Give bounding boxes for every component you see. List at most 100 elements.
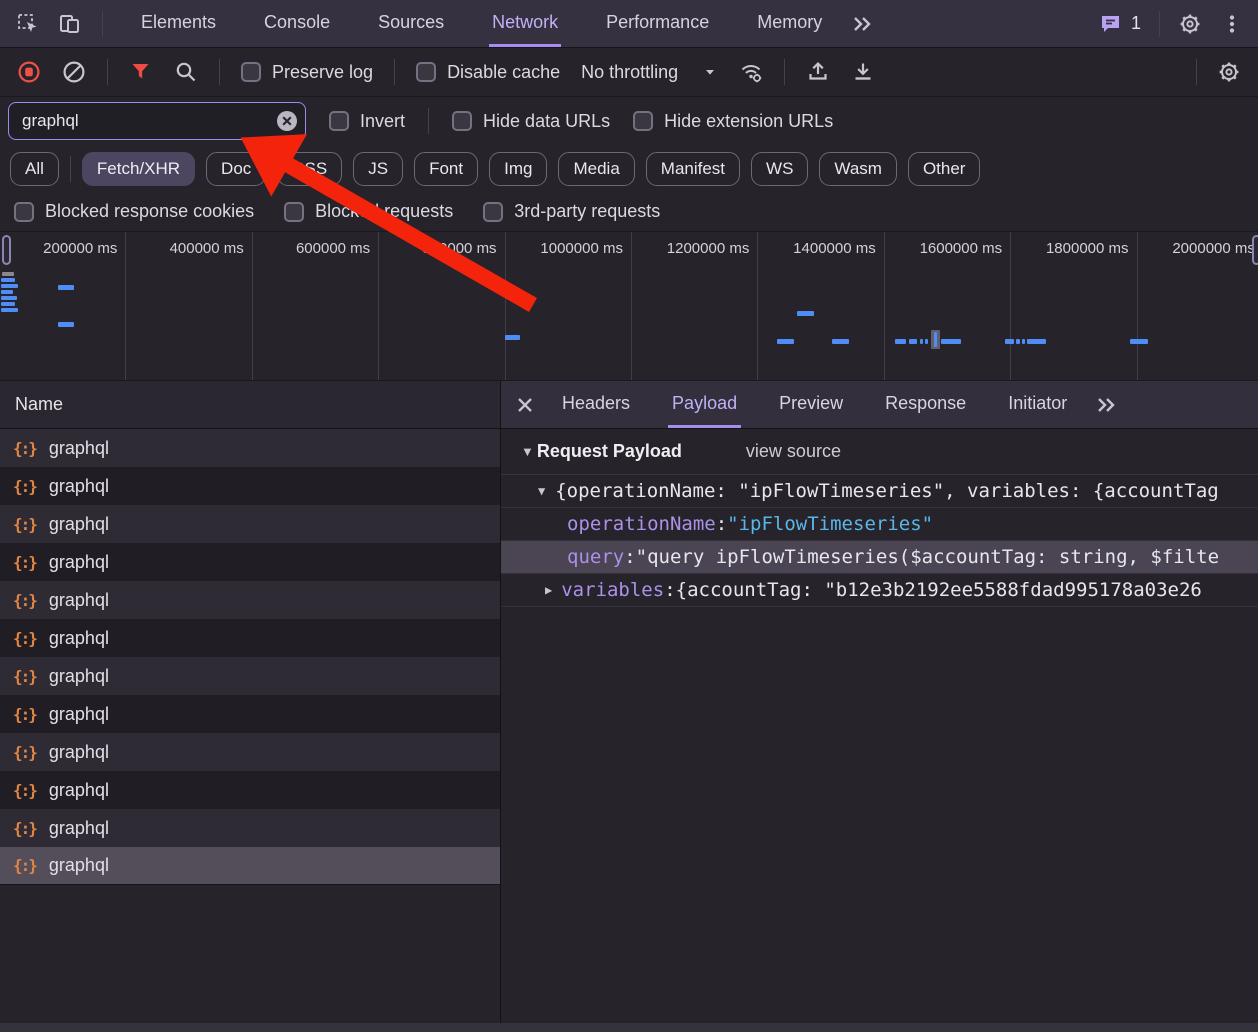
detail-tab-headers[interactable]: Headers bbox=[558, 381, 634, 428]
type-chip-fetch-xhr[interactable]: Fetch/XHR bbox=[82, 152, 195, 186]
filter-funnel-icon[interactable] bbox=[129, 60, 153, 84]
invert-checkbox[interactable] bbox=[329, 111, 349, 131]
search-icon[interactable] bbox=[174, 60, 198, 84]
hide-extension-urls-checkbox[interactable] bbox=[633, 111, 653, 131]
timeline-tick: 200000 ms bbox=[0, 232, 126, 380]
throttling-dropdown[interactable]: No throttling bbox=[581, 62, 718, 83]
json-braces-icon: {:} bbox=[13, 819, 36, 838]
request-details-panel: Headers Payload Preview Response Initiat… bbox=[501, 381, 1258, 1032]
filter-input[interactable] bbox=[8, 102, 306, 140]
timeline-tick: 2000000 ms bbox=[1138, 232, 1258, 380]
request-row[interactable]: {:}graphql bbox=[0, 543, 500, 581]
request-row[interactable]: {:}graphql bbox=[0, 695, 500, 733]
preserve-log-checkbox[interactable] bbox=[241, 62, 261, 82]
timeline-tick: 1000000 ms bbox=[506, 232, 632, 380]
import-har-icon[interactable] bbox=[806, 60, 830, 84]
disable-cache-checkbox[interactable] bbox=[416, 62, 436, 82]
type-chip-doc[interactable]: Doc bbox=[206, 152, 266, 186]
filter-row: Invert Hide data URLs Hide extension URL… bbox=[0, 97, 1258, 145]
request-row-selected[interactable]: {:}graphql bbox=[0, 847, 500, 885]
third-party-requests-checkbox-group[interactable]: 3rd-party requests bbox=[483, 201, 660, 222]
json-braces-icon: {:} bbox=[13, 781, 36, 800]
type-chip-img[interactable]: Img bbox=[489, 152, 547, 186]
type-chip-font[interactable]: Font bbox=[414, 152, 478, 186]
request-row[interactable]: {:}graphql bbox=[0, 771, 500, 809]
blocked-response-cookies-checkbox-group[interactable]: Blocked response cookies bbox=[14, 201, 254, 222]
preserve-log-label: Preserve log bbox=[272, 62, 373, 83]
detail-tab-payload[interactable]: Payload bbox=[668, 381, 741, 428]
hide-extension-urls-checkbox-group[interactable]: Hide extension URLs bbox=[633, 111, 833, 132]
hide-data-urls-checkbox-group[interactable]: Hide data URLs bbox=[452, 111, 610, 132]
inspect-element-icon[interactable] bbox=[16, 12, 40, 36]
type-chip-wasm[interactable]: Wasm bbox=[819, 152, 897, 186]
issues-counter[interactable]: 1 bbox=[1099, 12, 1141, 36]
network-settings-gear-icon[interactable] bbox=[1217, 60, 1241, 84]
type-chip-ws[interactable]: WS bbox=[751, 152, 808, 186]
request-row[interactable]: {:}graphql bbox=[0, 657, 500, 695]
disable-cache-checkbox-group[interactable]: Disable cache bbox=[416, 62, 560, 83]
detail-tab-initiator[interactable]: Initiator bbox=[1004, 381, 1071, 428]
type-chip-js[interactable]: JS bbox=[353, 152, 403, 186]
divider bbox=[394, 59, 395, 85]
window-bottom-edge bbox=[0, 1023, 1258, 1032]
collapse-triangle-icon: ▼ bbox=[521, 444, 534, 459]
timeline-tick: 1400000 ms bbox=[758, 232, 884, 380]
payload-variables-row[interactable]: ▶ variables: {accountTag: "b12e3b2192ee5… bbox=[501, 574, 1258, 607]
request-row[interactable]: {:}graphql bbox=[0, 429, 500, 467]
more-tabs-button[interactable] bbox=[850, 0, 874, 47]
type-chip-manifest[interactable]: Manifest bbox=[646, 152, 740, 186]
request-row[interactable]: {:}graphql bbox=[0, 809, 500, 847]
preserve-log-checkbox-group[interactable]: Preserve log bbox=[241, 62, 373, 83]
request-row[interactable]: {:}graphql bbox=[0, 467, 500, 505]
timeline-tick: 600000 ms bbox=[253, 232, 379, 380]
settings-gear-icon[interactable] bbox=[1178, 12, 1202, 36]
blocked-requests-checkbox-group[interactable]: Blocked requests bbox=[284, 201, 453, 222]
type-chip-css[interactable]: CSS bbox=[277, 152, 342, 186]
timeline-tick: 400000 ms bbox=[126, 232, 252, 380]
request-row[interactable]: {:}graphql bbox=[0, 619, 500, 657]
record-network-log-button[interactable] bbox=[17, 60, 41, 84]
invert-checkbox-group[interactable]: Invert bbox=[329, 111, 405, 132]
type-chip-media[interactable]: Media bbox=[558, 152, 634, 186]
tab-performance[interactable]: Performance bbox=[603, 0, 712, 47]
network-overview-timeline[interactable]: 200000 ms 400000 ms 600000 ms 800000 ms … bbox=[0, 232, 1258, 381]
collapse-triangle-icon: ▼ bbox=[538, 484, 545, 498]
hide-data-urls-checkbox[interactable] bbox=[452, 111, 472, 131]
close-details-button[interactable] bbox=[513, 381, 537, 428]
blocked-requests-checkbox[interactable] bbox=[284, 202, 304, 222]
kebab-menu-icon[interactable] bbox=[1220, 12, 1244, 36]
request-row[interactable]: {:}graphql bbox=[0, 581, 500, 619]
request-row[interactable]: {:}graphql bbox=[0, 505, 500, 543]
type-chip-other[interactable]: Other bbox=[908, 152, 981, 186]
disable-cache-label: Disable cache bbox=[447, 62, 560, 83]
more-detail-tabs-button[interactable] bbox=[1094, 381, 1118, 428]
export-har-icon[interactable] bbox=[851, 60, 875, 84]
tab-network[interactable]: Network bbox=[489, 0, 561, 47]
tab-sources[interactable]: Sources bbox=[375, 0, 447, 47]
third-party-requests-checkbox[interactable] bbox=[483, 202, 503, 222]
payload-operationname-row[interactable]: operationName: "ipFlowTimeseries" bbox=[501, 508, 1258, 541]
type-chip-all[interactable]: All bbox=[10, 152, 59, 186]
view-source-link[interactable]: view source bbox=[746, 441, 841, 462]
tab-memory[interactable]: Memory bbox=[754, 0, 825, 47]
tab-elements[interactable]: Elements bbox=[138, 0, 219, 47]
chevrons-right-icon bbox=[1094, 393, 1118, 417]
timeline-tick: 1800000 ms bbox=[1011, 232, 1137, 380]
timeline-left-handle[interactable] bbox=[2, 235, 11, 265]
name-column-header[interactable]: Name bbox=[0, 381, 500, 429]
tab-console[interactable]: Console bbox=[261, 0, 333, 47]
payload-summary-row[interactable]: ▼ {operationName: "ipFlowTimeseries", va… bbox=[501, 475, 1258, 508]
divider bbox=[428, 108, 429, 134]
clear-network-log-button[interactable] bbox=[62, 60, 86, 84]
timeline-right-handle[interactable] bbox=[1252, 235, 1258, 265]
device-toolbar-icon[interactable] bbox=[58, 12, 82, 36]
divider bbox=[1159, 11, 1160, 37]
clear-filter-icon[interactable] bbox=[275, 109, 299, 133]
blocked-response-cookies-checkbox[interactable] bbox=[14, 202, 34, 222]
network-conditions-icon[interactable] bbox=[739, 60, 763, 84]
request-payload-section-header[interactable]: ▼ Request Payload view source bbox=[501, 429, 1258, 475]
detail-tab-response[interactable]: Response bbox=[881, 381, 970, 428]
request-row[interactable]: {:}graphql bbox=[0, 733, 500, 771]
payload-query-row[interactable]: query: "query ipFlowTimeseries($accountT… bbox=[501, 541, 1258, 574]
detail-tab-preview[interactable]: Preview bbox=[775, 381, 847, 428]
